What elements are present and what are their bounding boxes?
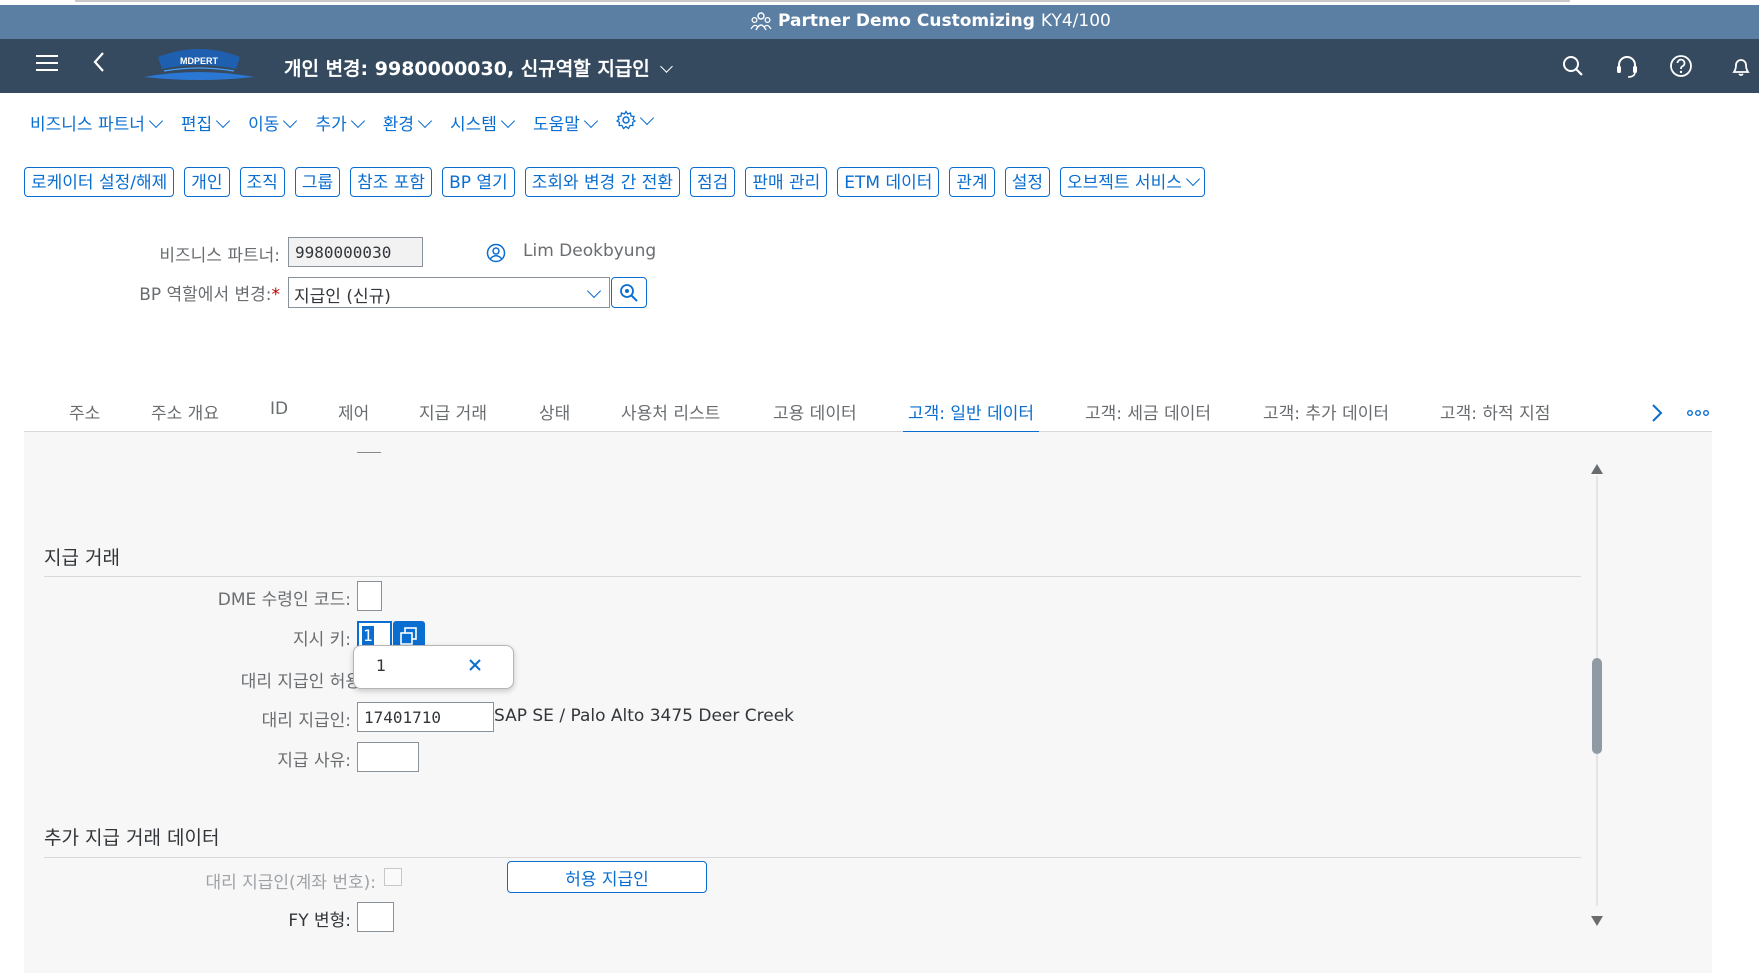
person-button[interactable]: 개인 bbox=[184, 167, 230, 197]
chevron-down-icon bbox=[639, 110, 654, 126]
menu-settings[interactable] bbox=[615, 110, 654, 136]
menu-goto[interactable]: 이동 bbox=[248, 110, 298, 136]
chevron-down-icon bbox=[583, 113, 598, 129]
tab-employment-data[interactable]: 고용 데이터 bbox=[773, 399, 857, 424]
chevron-down-icon bbox=[500, 113, 516, 129]
menu-help[interactable]: 도움말 bbox=[533, 110, 598, 136]
tab-status[interactable]: 상태 bbox=[539, 399, 570, 424]
tab-payment-transactions[interactable]: 지급 거래 bbox=[419, 399, 487, 424]
check-button[interactable]: 점검 bbox=[690, 167, 736, 197]
chevron-down-icon bbox=[1185, 171, 1200, 187]
gear-icon bbox=[615, 110, 637, 130]
alt-payer-label: 대리 지급인: bbox=[261, 711, 351, 731]
bp-number-field[interactable] bbox=[288, 237, 423, 267]
tab-control[interactable]: 제어 bbox=[338, 399, 369, 424]
menu-bar: 비즈니스 파트너 편집 이동 추가 환경 시스템 도움말 bbox=[30, 110, 672, 136]
search-detail-icon bbox=[620, 284, 638, 302]
tab-customer-additional-data[interactable]: 고객: 추가 데이터 bbox=[1263, 399, 1389, 424]
menu-environment[interactable]: 환경 bbox=[383, 110, 433, 136]
tab-where-used-list[interactable]: 사용처 리스트 bbox=[621, 399, 720, 424]
page-title-text: 개인 변경: 9980000030, 신규역할 지급인 bbox=[284, 58, 650, 80]
system-title-bar: Partner Demo Customizing KY4/100 bbox=[0, 5, 1759, 39]
tab-customer-general-data[interactable]: 고객: 일반 데이터 bbox=[902, 399, 1040, 434]
alt-payer-field[interactable] bbox=[357, 702, 494, 732]
value-help-icon bbox=[400, 627, 417, 645]
company-logo[interactable]: MDPERT bbox=[140, 47, 258, 85]
suggestion-item[interactable]: 1 bbox=[376, 656, 386, 675]
sales-management-button[interactable]: 판매 관리 bbox=[745, 167, 828, 197]
application-toolbar: 로케이터 설정/해제 개인 조직 그룹 참조 포함 BP 열기 조회와 변경 간… bbox=[24, 167, 1215, 199]
tab-id[interactable]: ID bbox=[270, 399, 288, 419]
chevron-down-icon bbox=[586, 283, 602, 299]
role-dropdown-value: 지급인 (신규) bbox=[294, 287, 391, 307]
etm-data-button[interactable]: ETM 데이터 bbox=[837, 167, 940, 197]
bp-name: Lim Deokbyung bbox=[523, 241, 657, 261]
role-search-button[interactable] bbox=[611, 277, 647, 308]
open-bp-button[interactable]: BP 열기 bbox=[442, 167, 515, 197]
page-title[interactable]: 개인 변경: 9980000030, 신규역할 지급인 bbox=[284, 54, 673, 81]
chevron-down-icon bbox=[216, 113, 231, 129]
bp-label: 비즈니스 파트너: bbox=[159, 246, 280, 266]
suggestion-popup: 1 bbox=[353, 645, 514, 689]
alt-payer-description: SAP SE / Palo Alto 3475 Deer Creek bbox=[494, 706, 795, 726]
allowed-payers-button[interactable]: 허용 지급인 bbox=[507, 861, 707, 893]
menu-extras[interactable]: 추가 bbox=[315, 110, 365, 136]
section-divider bbox=[44, 857, 1581, 858]
role-dropdown[interactable]: 지급인 (신규) bbox=[288, 277, 610, 308]
chevron-down-icon bbox=[283, 113, 298, 129]
chevron-down-icon bbox=[417, 113, 433, 129]
locator-toggle-button[interactable]: 로케이터 설정/해제 bbox=[24, 167, 175, 197]
chevron-down-icon bbox=[659, 60, 673, 73]
system-id: KY4/100 bbox=[1040, 11, 1111, 31]
tab-address[interactable]: 주소 bbox=[69, 399, 100, 424]
back-icon[interactable] bbox=[92, 51, 106, 79]
scrollbar-thumb[interactable] bbox=[1592, 658, 1602, 754]
payment-section-title: 지급 거래 bbox=[44, 547, 120, 569]
close-icon[interactable] bbox=[466, 656, 484, 678]
section-divider bbox=[44, 576, 1581, 577]
menu-icon[interactable] bbox=[36, 55, 58, 75]
chevron-down-icon bbox=[350, 113, 365, 129]
menu-system[interactable]: 시스템 bbox=[450, 110, 516, 136]
scroll-down-icon[interactable] bbox=[1590, 912, 1604, 931]
role-label: BP 역할에서 변경:* bbox=[139, 285, 280, 305]
tab-customer-tax-data[interactable]: 고객: 세금 데이터 bbox=[1085, 399, 1211, 424]
tab-strip: 주소 주소 개요 ID 제어 지급 거래 상태 사용처 리스트 고용 데이터 고… bbox=[24, 395, 1712, 434]
alt-payer-allowed-label: 대리 지급인 허용 bbox=[240, 672, 361, 692]
dme-label: DME 수령인 코드: bbox=[217, 590, 351, 610]
person-icon bbox=[486, 243, 506, 267]
alt-payer-account-label: 대리 지급인(계좌 번호): bbox=[205, 873, 376, 893]
fy-variant-label: FY 변형: bbox=[288, 911, 351, 931]
app-name: Partner Demo Customizing bbox=[778, 11, 1035, 31]
headset-icon[interactable] bbox=[1614, 53, 1640, 79]
payment-reason-label: 지급 사유: bbox=[277, 751, 351, 771]
additional-payment-section-title: 추가 지급 거래 데이터 bbox=[44, 827, 220, 849]
notification-bell-icon[interactable] bbox=[1728, 53, 1754, 79]
help-icon[interactable] bbox=[1668, 53, 1694, 79]
with-reference-button[interactable]: 참조 포함 bbox=[350, 167, 433, 197]
alt-payer-account-checkbox[interactable] bbox=[384, 868, 402, 886]
logo-text: MDPERT bbox=[180, 56, 219, 66]
organization-button[interactable]: 조직 bbox=[239, 167, 285, 197]
tab-overflow-icon[interactable] bbox=[1686, 403, 1710, 428]
field-divider bbox=[357, 452, 381, 453]
search-icon[interactable] bbox=[1560, 53, 1586, 79]
object-services-button[interactable]: 오브젝트 서비스 bbox=[1059, 167, 1205, 197]
shell-bar: MDPERT 개인 변경: 9980000030, 신규역할 지급인 bbox=[0, 39, 1759, 93]
settings-button[interactable]: 설정 bbox=[1004, 167, 1050, 197]
menu-business-partner[interactable]: 비즈니스 파트너 bbox=[30, 110, 163, 136]
menu-edit[interactable]: 편집 bbox=[181, 110, 231, 136]
relationships-button[interactable]: 관계 bbox=[949, 167, 995, 197]
tab-scroll-right-icon[interactable] bbox=[1651, 403, 1663, 428]
tab-address-overview[interactable]: 주소 개요 bbox=[151, 399, 219, 424]
display-change-toggle-button[interactable]: 조회와 변경 간 전환 bbox=[524, 167, 681, 197]
tab-customer-unloading-points[interactable]: 고객: 하적 지점 bbox=[1440, 399, 1550, 424]
instruction-key-label: 지시 키: bbox=[292, 630, 351, 650]
dme-code-field[interactable] bbox=[357, 581, 382, 611]
fy-variant-field[interactable] bbox=[357, 902, 394, 932]
partner-group-icon bbox=[750, 12, 772, 31]
chevron-down-icon bbox=[148, 113, 163, 129]
payment-reason-field[interactable] bbox=[357, 742, 419, 772]
group-button[interactable]: 그룹 bbox=[294, 167, 341, 197]
